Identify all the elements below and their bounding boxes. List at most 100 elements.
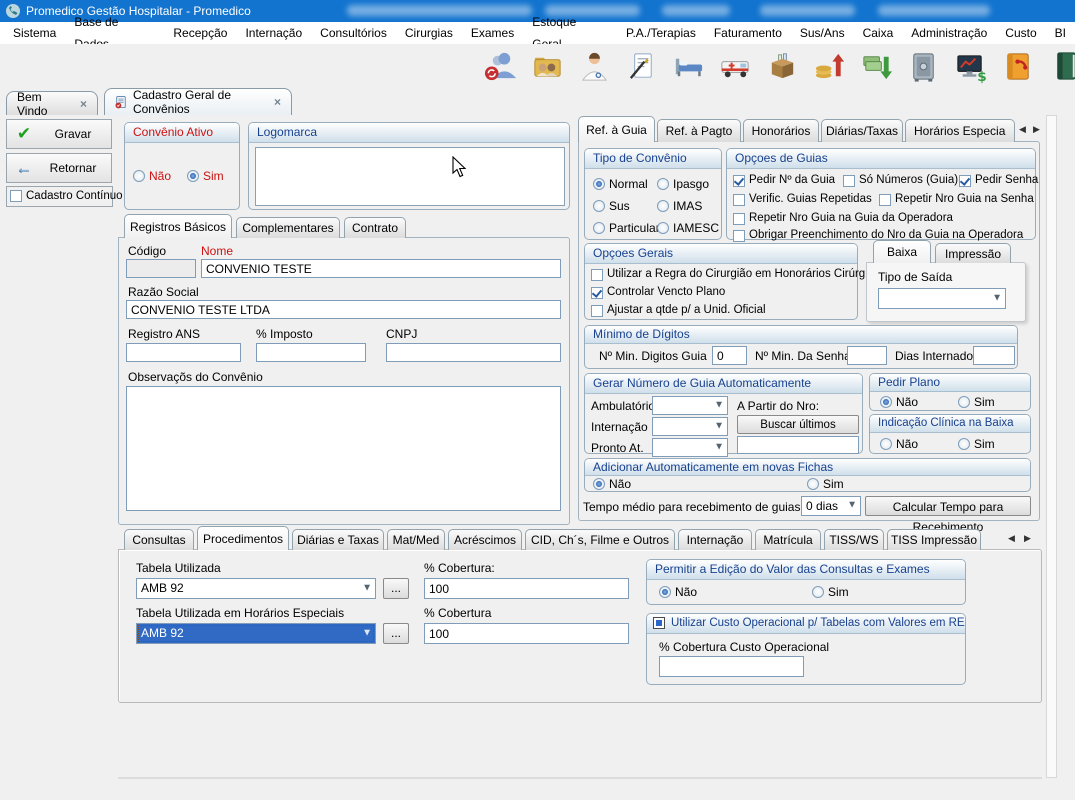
tabela-especiais-browse-button[interactable]: ... — [383, 623, 409, 644]
a-partir-nro-input[interactable] — [737, 436, 859, 454]
imposto-input[interactable] — [256, 343, 366, 362]
tab-impressao[interactable]: Impressão — [935, 243, 1011, 263]
tabela-browse-button[interactable]: ... — [383, 578, 409, 599]
cobertura-custo-input[interactable] — [659, 656, 804, 677]
menu-item-consultorios[interactable]: Consultórios — [311, 22, 396, 44]
tab-mat-med[interactable]: Mat/Med — [387, 529, 445, 550]
tab-consultas[interactable]: Consultas — [124, 529, 194, 550]
menu-item-sistema[interactable]: Sistema — [4, 22, 65, 44]
convenio-ativo-sim-radio[interactable] — [187, 170, 199, 182]
pronto-at-combo[interactable]: ▼ — [652, 438, 728, 457]
ambulatorio-combo[interactable]: ▼ — [652, 396, 728, 415]
tab-contrato[interactable]: Contrato — [344, 217, 406, 238]
tab-procedimentos[interactable]: Procedimentos — [197, 526, 289, 550]
tab-bem-vindo[interactable]: Bem Vindo × — [6, 91, 98, 115]
revenue-up-icon[interactable] — [810, 47, 848, 85]
tab-horarios-especiais[interactable]: Horários Especia — [905, 119, 1015, 142]
tipo-iamesc-radio[interactable] — [657, 222, 669, 234]
pedir-senha-checkbox[interactable] — [959, 175, 971, 187]
menu-item-sus-ans[interactable]: Sus/Ans — [791, 22, 854, 44]
permitir-sim-radio[interactable] — [812, 586, 824, 598]
tempo-medio-combo[interactable]: 0 dias ▼ — [801, 496, 861, 516]
calcular-tempo-button[interactable]: Calcular Tempo para Recebimento — [865, 496, 1031, 516]
pedir-plano-sim-radio[interactable] — [958, 396, 970, 408]
gravar-button[interactable]: ✔ Gravar — [6, 119, 112, 149]
tipo-saida-combo[interactable]: ▼ — [878, 288, 1006, 309]
bottom-tab-scroll-left-icon[interactable]: ◀ — [1008, 533, 1015, 544]
verific-guias-repetidas-checkbox[interactable] — [733, 194, 745, 206]
indicacao-nao-radio[interactable] — [880, 438, 892, 450]
doctor-icon[interactable] — [575, 47, 613, 85]
cadastro-continuo-checkbox[interactable] — [10, 190, 22, 202]
so-numeros-checkbox[interactable] — [843, 175, 855, 187]
tab-acrescimos[interactable]: Acréscimos — [448, 529, 522, 550]
tab-cadastro-geral-convenios[interactable]: Cadastro Geral de Convênios × — [104, 88, 292, 115]
registro-ans-input[interactable] — [126, 343, 241, 362]
tab-registros-basicos[interactable]: Registros Básicos — [124, 214, 232, 238]
payments-down-icon[interactable] — [857, 47, 895, 85]
indicacao-sim-radio[interactable] — [958, 438, 970, 450]
tab-scroll-right-icon[interactable]: ▶ — [1033, 124, 1040, 135]
permitir-nao-radio[interactable] — [659, 586, 671, 598]
tabela-utilizada-combo[interactable]: AMB 92 ▼ — [136, 578, 376, 599]
tab-baixa[interactable]: Baixa — [873, 240, 931, 263]
tab-diarias-taxas[interactable]: Diárias/Taxas — [821, 119, 903, 142]
controlar-vencto-plano-checkbox[interactable] — [591, 287, 603, 299]
close-icon[interactable]: × — [80, 97, 87, 111]
repetir-nro-guia-senha-checkbox[interactable] — [879, 194, 891, 206]
tab-cid-chs-filme-outros[interactable]: CID, Ch´s, Filme e Outros — [525, 529, 675, 550]
tabela-especiais-combo[interactable]: AMB 92 ▼ — [136, 623, 376, 644]
menu-item-bi[interactable]: BI — [1046, 22, 1075, 44]
dias-internado-input[interactable] — [973, 346, 1015, 365]
tab-diarias-e-taxas[interactable]: Diárias e Taxas — [292, 529, 384, 550]
prescription-icon[interactable] — [622, 47, 660, 85]
menu-item-exames[interactable]: Exames — [462, 22, 523, 44]
menu-item-pa-terapias[interactable]: P.A./Terapias — [617, 22, 705, 44]
nome-input[interactable] — [201, 259, 561, 278]
menu-item-recepcao[interactable]: Recepção — [164, 22, 236, 44]
custo-operacional-checkbox[interactable] — [653, 617, 665, 629]
manual-book-icon[interactable] — [1045, 47, 1075, 85]
menu-item-custo[interactable]: Custo — [996, 22, 1045, 44]
financial-dashboard-icon[interactable]: $ — [951, 47, 989, 85]
adicionar-sim-radio[interactable] — [807, 478, 819, 490]
sync-patients-icon[interactable] — [481, 47, 519, 85]
tipo-imas-radio[interactable] — [657, 200, 669, 212]
menu-item-caixa[interactable]: Caixa — [854, 22, 903, 44]
tab-internacao-bottom[interactable]: Internação — [678, 529, 752, 550]
tab-honorarios[interactable]: Honorários — [743, 119, 819, 142]
repetir-nro-guia-operadora-checkbox[interactable] — [733, 213, 745, 225]
tipo-normal-radio[interactable] — [593, 178, 605, 190]
cobertura1-input[interactable] — [424, 578, 629, 599]
regra-cirurgiao-checkbox[interactable] — [591, 269, 603, 281]
pedir-plano-nao-radio[interactable] — [880, 396, 892, 408]
codigo-input[interactable] — [126, 259, 196, 278]
bottom-tab-scroll-right-icon[interactable]: ▶ — [1024, 533, 1031, 544]
menu-item-cirurgias[interactable]: Cirurgias — [396, 22, 462, 44]
hospital-bed-icon[interactable] — [669, 47, 707, 85]
patient-records-icon[interactable] — [528, 47, 566, 85]
convenio-ativo-nao-radio[interactable] — [133, 170, 145, 182]
adicionar-nao-radio[interactable] — [593, 478, 605, 490]
min-digitos-guia-input[interactable] — [712, 346, 747, 365]
razao-social-input[interactable] — [126, 300, 561, 319]
tab-matricula[interactable]: Matrícula — [755, 529, 821, 550]
menu-item-administracao[interactable]: Administração — [902, 22, 996, 44]
ambulance-icon[interactable] — [716, 47, 754, 85]
tab-tiss-ws[interactable]: TISS/WS — [824, 529, 884, 550]
close-icon[interactable]: × — [274, 95, 281, 109]
tab-tiss-impressao[interactable]: TISS Impressão — [887, 529, 981, 550]
cobertura2-input[interactable] — [424, 623, 629, 644]
phone-book-icon[interactable] — [998, 47, 1036, 85]
menu-item-internacao[interactable]: Internação — [236, 22, 311, 44]
internacao-combo[interactable]: ▼ — [652, 417, 728, 436]
safe-icon[interactable] — [904, 47, 942, 85]
pedir-numero-guia-checkbox[interactable] — [733, 175, 745, 187]
tab-complementares[interactable]: Complementares — [236, 217, 340, 238]
min-senha-input[interactable] — [847, 346, 887, 365]
tipo-particular-radio[interactable] — [593, 222, 605, 234]
cnpj-input[interactable] — [386, 343, 561, 362]
logomarca-image-box[interactable] — [255, 147, 565, 206]
stock-icon[interactable] — [763, 47, 801, 85]
tab-ref-a-pagto[interactable]: Ref. à Pagto — [657, 119, 741, 142]
